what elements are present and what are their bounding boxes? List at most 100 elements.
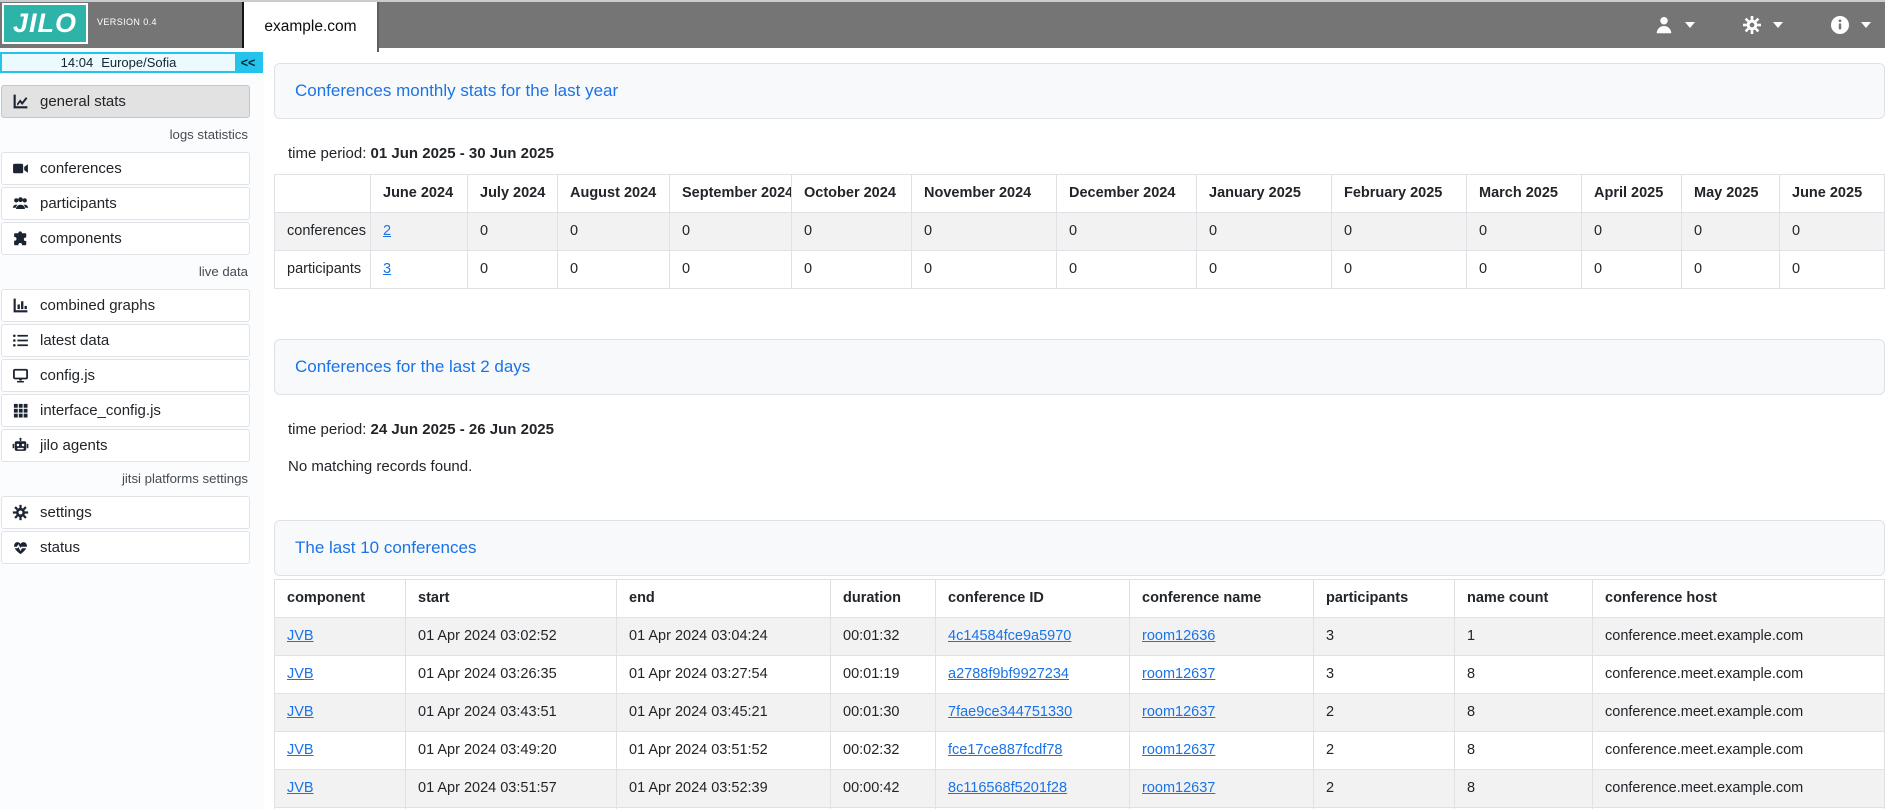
value-cell: 0: [670, 213, 792, 251]
cell: 4c14584fce9a5970: [936, 618, 1130, 656]
users-icon: [11, 195, 29, 213]
value-cell: 0: [1467, 251, 1582, 289]
sidebar-item-label: combined graphs: [40, 297, 155, 314]
table-row: conferences2000000000000: [275, 213, 1885, 251]
sidebar-collapse-button[interactable]: <<: [235, 54, 261, 71]
sidebar-item-config-js[interactable]: config.js: [1, 359, 250, 392]
circle-info-icon: [1830, 15, 1850, 35]
sidebar-nav: general stats logs statistics conferences p…: [1, 85, 250, 566]
conference-name-link[interactable]: room12637: [1142, 742, 1215, 758]
value-cell: 0: [792, 251, 912, 289]
grid-icon: [11, 402, 29, 420]
column-header: start: [406, 580, 617, 618]
sidebar-item-settings[interactable]: settings: [1, 496, 250, 529]
version-label: VERSION 0.4: [97, 17, 157, 27]
cell: JVB: [275, 656, 406, 694]
platform-tab[interactable]: example.com: [242, 2, 379, 52]
info-menu-button[interactable]: [1830, 15, 1871, 35]
cell: 8: [1455, 694, 1593, 732]
conference-id-link[interactable]: fce17ce887fcdf78: [948, 742, 1062, 758]
value-cell: 0: [468, 213, 558, 251]
monthly-time-period: time period: 01 Jun 2025 - 30 Jun 2025: [288, 145, 1885, 162]
cell: conference.meet.example.com: [1593, 656, 1885, 694]
section-header-monthly-stats: Conferences monthly stats for the last y…: [274, 63, 1885, 119]
cell: 2: [1314, 770, 1455, 808]
sidebar-section-label: logs statistics: [1, 127, 248, 145]
sidebar-item-latest-data[interactable]: latest data: [1, 324, 250, 357]
sidebar-item-label: interface_config.js: [40, 402, 161, 419]
cell: 8: [1455, 732, 1593, 770]
component-link[interactable]: JVB: [287, 780, 314, 796]
value-cell: 0: [1682, 213, 1780, 251]
clock-bar: 14:04 Europe/Sofia <<: [0, 52, 263, 73]
sidebar-item-label: components: [40, 230, 122, 247]
chart-column-icon: [11, 297, 29, 315]
sidebar-item-jilo-agents[interactable]: jilo agents: [1, 429, 250, 462]
cell: JVB: [275, 694, 406, 732]
time-period-label: time period:: [288, 145, 366, 162]
sidebar-item-combined-graphs[interactable]: combined graphs: [1, 289, 250, 322]
sidebar-item-participants[interactable]: participants: [1, 187, 250, 220]
cell: 01 Apr 2024 03:26:35: [406, 656, 617, 694]
cell: room12637: [1130, 694, 1314, 732]
sidebar-item-general-stats[interactable]: general stats: [1, 85, 250, 118]
list-icon: [11, 332, 29, 350]
clock-display: 14:04 Europe/Sofia: [2, 54, 235, 71]
cell: 2: [1314, 732, 1455, 770]
month-column-header: April 2025: [1582, 175, 1682, 213]
conference-name-link[interactable]: room12637: [1142, 704, 1215, 720]
section-header-last2days: Conferences for the last 2 days: [274, 339, 1885, 395]
app-logo: JILO: [2, 3, 88, 44]
cell: a2788f9bf9927234: [936, 656, 1130, 694]
last10-title-link[interactable]: The last 10 conferences: [295, 538, 476, 557]
conference-name-link[interactable]: room12637: [1142, 666, 1215, 682]
row-label-cell: conferences: [275, 213, 371, 251]
month-column-header: June 2024: [371, 175, 468, 213]
column-header: conference name: [1130, 580, 1314, 618]
sidebar-item-interface-config-js[interactable]: interface_config.js: [1, 394, 250, 427]
conference-id-link[interactable]: 4c14584fce9a5970: [948, 628, 1071, 644]
conference-id-link[interactable]: a2788f9bf9927234: [948, 666, 1069, 682]
component-link[interactable]: JVB: [287, 742, 314, 758]
value-cell: 0: [1197, 213, 1332, 251]
cell: 01 Apr 2024 03:51:57: [406, 770, 617, 808]
gear-icon: [11, 504, 29, 522]
monthly-count-link[interactable]: 2: [383, 223, 391, 239]
value-cell: 0: [1332, 251, 1467, 289]
monthly-stats-title-link[interactable]: Conferences monthly stats for the last y…: [295, 81, 618, 100]
sidebar-item-label: conferences: [40, 160, 122, 177]
user-menu-button[interactable]: [1654, 15, 1695, 35]
month-column-header: May 2025: [1682, 175, 1780, 213]
value-cell: 0: [1682, 251, 1780, 289]
caret-down-icon: [1773, 22, 1783, 28]
table-header-row: June 2024July 2024August 2024September 2…: [275, 175, 1885, 213]
conference-name-link[interactable]: room12637: [1142, 780, 1215, 796]
cell: 3: [1314, 656, 1455, 694]
conference-id-link[interactable]: 7fae9ce344751330: [948, 704, 1072, 720]
column-header: duration: [831, 580, 936, 618]
cell: 8: [1455, 656, 1593, 694]
sidebar-item-conferences[interactable]: conferences: [1, 152, 250, 185]
sidebar-item-components[interactable]: components: [1, 222, 250, 255]
value-cell: 3: [371, 251, 468, 289]
cell: conference.meet.example.com: [1593, 732, 1885, 770]
month-column-header: October 2024: [792, 175, 912, 213]
no-records-message: No matching records found.: [288, 458, 1885, 475]
cell: room12637: [1130, 656, 1314, 694]
clock-timezone: Europe/Sofia: [101, 55, 176, 70]
section-header-last10: The last 10 conferences: [274, 520, 1885, 576]
settings-menu-button[interactable]: [1742, 15, 1783, 35]
cell: 1: [1455, 618, 1593, 656]
gear-icon: [1742, 15, 1762, 35]
conference-id-link[interactable]: 8c116568f5201f28: [948, 780, 1067, 796]
value-cell: 0: [1197, 251, 1332, 289]
cell: 01 Apr 2024 03:52:39: [617, 770, 831, 808]
conference-name-link[interactable]: room12636: [1142, 628, 1215, 644]
last2days-title-link[interactable]: Conferences for the last 2 days: [295, 357, 530, 376]
monthly-count-link[interactable]: 3: [383, 261, 391, 277]
component-link[interactable]: JVB: [287, 704, 314, 720]
sidebar-item-status[interactable]: status: [1, 531, 250, 564]
component-link[interactable]: JVB: [287, 666, 314, 682]
component-link[interactable]: JVB: [287, 628, 314, 644]
month-column-header: September 2024: [670, 175, 792, 213]
